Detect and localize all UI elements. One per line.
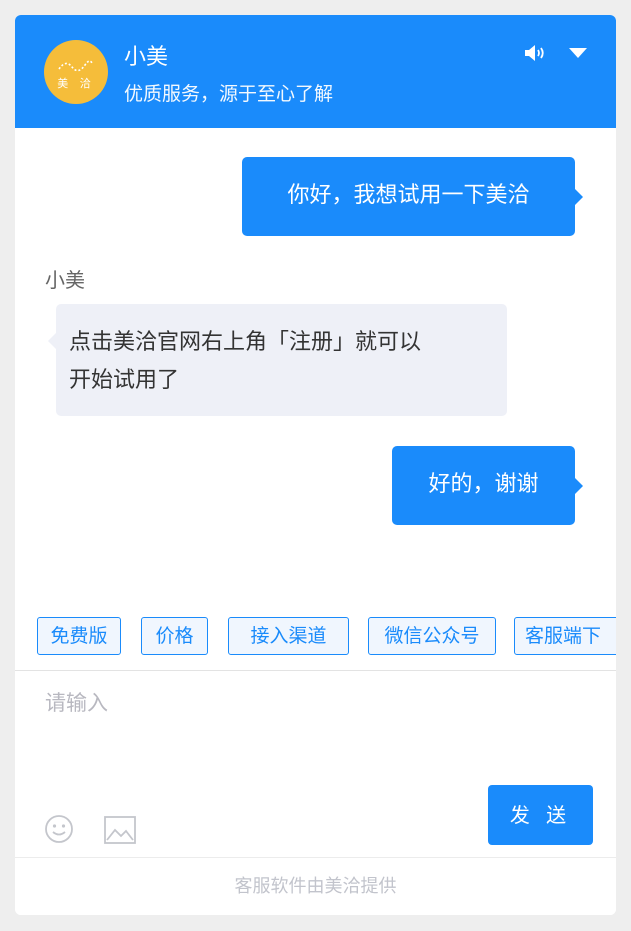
quick-reply-free-version[interactable]: 免费版 <box>37 617 121 655</box>
agent-name: 小美 <box>124 45 169 70</box>
agent-message-line: 点击美洽官网右上角「注册」就可以 <box>69 330 422 355</box>
message-input[interactable]: 请输入 <box>45 687 108 717</box>
image-icon[interactable] <box>104 816 136 844</box>
avatar-text: 美 洽 <box>57 77 95 90</box>
chat-header: 美 洽 小美 优质服务，源于至心了解 <box>15 15 616 128</box>
agent-avatar: 美 洽 <box>44 40 108 104</box>
powered-by-footer: 客服软件由美洽提供 <box>15 857 616 915</box>
agent-slogan: 优质服务，源于至心了解 <box>124 83 334 105</box>
agent-message: 点击美洽官网右上角「注册」就可以 开始试用了 <box>48 304 507 416</box>
chat-widget: 美 洽 小美 优质服务，源于至心了解 你好，我想试用一下美洽 小美 点击美洽官网… <box>15 15 616 915</box>
quick-reply-price[interactable]: 价格 <box>141 617 208 655</box>
chevron-down-icon[interactable] <box>568 47 588 59</box>
quick-reply-wechat[interactable]: 微信公众号 <box>368 617 496 655</box>
avatar-logo-icon <box>58 60 94 72</box>
send-button[interactable]: 发 送 <box>488 785 593 845</box>
volume-icon[interactable] <box>523 43 547 63</box>
visitor-message: 你好，我想试用一下美洽 <box>242 157 583 236</box>
quick-reply-client-download[interactable]: 客服端下 <box>514 617 616 655</box>
quick-reply-bar: 免费版 价格 接入渠道 微信公众号 客服端下 <box>15 617 616 657</box>
emoji-icon[interactable] <box>44 814 74 844</box>
visitor-message: 好的，谢谢 <box>392 446 583 525</box>
divider <box>15 670 616 671</box>
quick-reply-channels[interactable]: 接入渠道 <box>228 617 349 655</box>
agent-message-line: 开始试用了 <box>69 368 180 393</box>
agent-sender-name: 小美 <box>45 268 85 292</box>
